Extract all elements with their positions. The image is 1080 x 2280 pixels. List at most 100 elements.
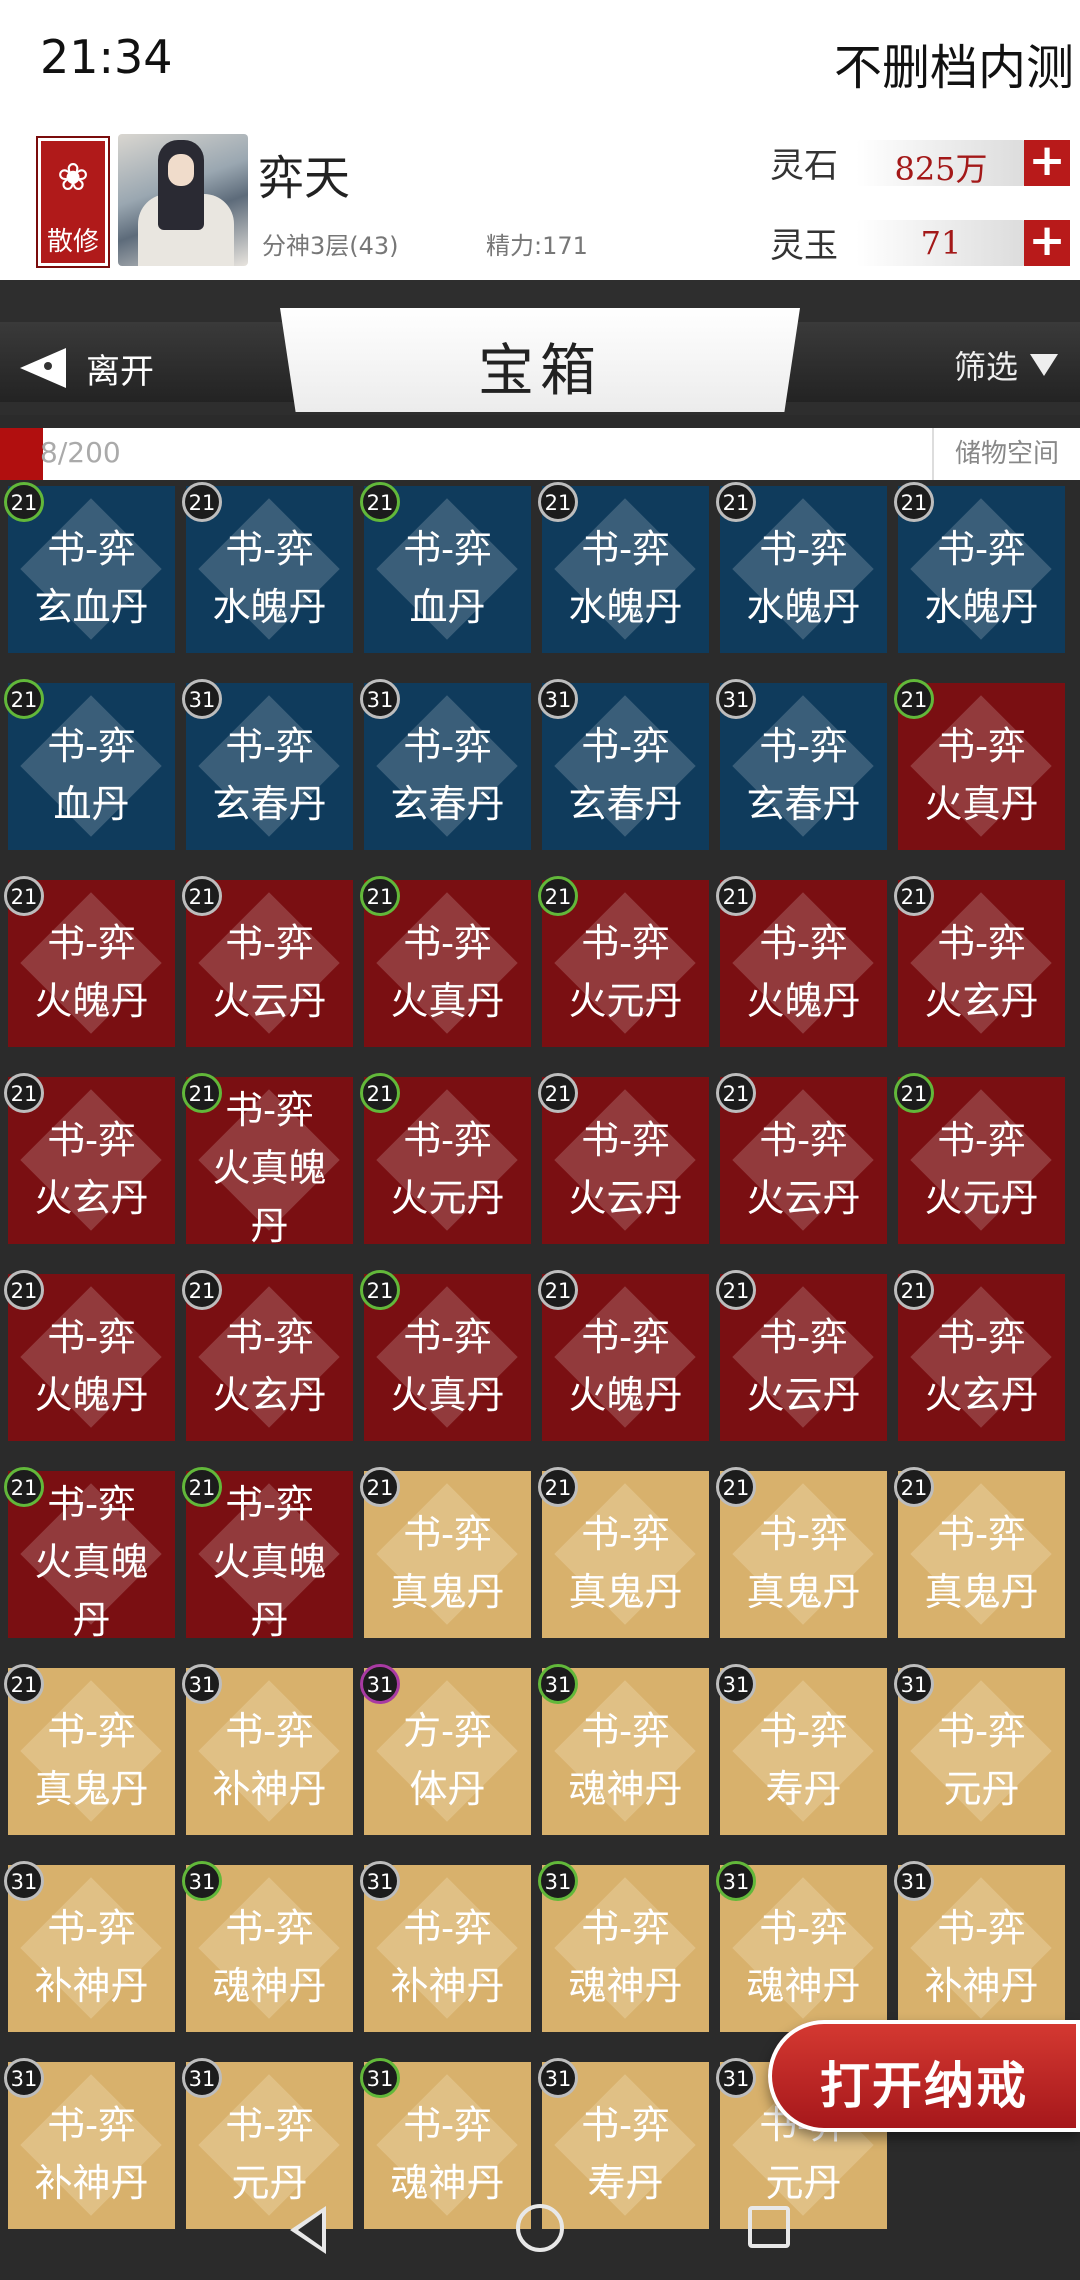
sect-badge[interactable]: ❀ 散修 [36,136,110,268]
item-slot[interactable]: 书-弈 水魄丹 21 [894,482,1065,653]
item-slot[interactable]: 书-弈 火真魄丹 21 [182,1073,353,1248]
item-slot[interactable]: 书-弈 火云丹 21 [538,1073,709,1244]
leave-button[interactable]: 离开 [20,338,154,398]
item-slot[interactable]: 书-弈 水魄丹 21 [182,482,353,653]
item-slot[interactable]: 书-弈 补神丹 31 [182,1664,353,1835]
item-name-line: 补神丹 [924,1964,1039,2008]
item-name-line: 书-弈 [759,1906,848,1950]
item-slot[interactable]: 书-弈 补神丹 31 [4,1861,175,2032]
item-slot[interactable]: 书-弈 真鬼丹 21 [716,1467,887,1638]
item-slot[interactable]: 书-弈 火元丹 21 [538,876,709,1047]
item-slot[interactable]: 书-弈 玄春丹 31 [538,679,709,850]
item-slot[interactable]: 书-弈 寿丹 31 [716,1664,887,1835]
open-ring-button[interactable]: 打开纳戒 [768,2020,1080,2132]
status-bar: 21:34 不删档内测 [0,0,1080,120]
item-name: 书-弈 魂神丹 [186,1899,353,2015]
item-slot[interactable]: 书-弈 火玄丹 21 [182,1270,353,1441]
item-slot[interactable]: 书-弈 真鬼丹 21 [538,1467,709,1638]
item-name-line: 火玄丹 [924,979,1039,1023]
item-slot[interactable]: 书-弈 真鬼丹 21 [4,1664,175,1835]
item-slot[interactable]: 书-弈 魂神丹 31 [538,1861,709,2032]
home-circle-icon[interactable] [516,2204,564,2252]
item-slot[interactable]: 书-弈 火魄丹 21 [4,1270,175,1441]
item-name-line: 书-弈 [937,527,1026,571]
item-slot[interactable]: 书-弈 补神丹 31 [894,1861,1065,2032]
item-name: 书-弈 火云丹 [720,1111,887,1227]
item-name-line: 书-弈 [581,1709,670,1753]
item-level-badge: 21 [716,876,756,916]
player-realm: 分神3层(43) [262,232,399,260]
item-slot[interactable]: 书-弈 真鬼丹 21 [894,1467,1065,1638]
item-level-badge: 31 [894,1861,934,1901]
item-name-line: 书-弈 [937,1315,1026,1359]
item-level-badge: 21 [4,1270,44,1310]
item-slot[interactable]: 书-弈 火真魄丹 21 [4,1467,175,1642]
item-slot[interactable]: 书-弈 火云丹 21 [182,876,353,1047]
lingyu-add-button[interactable]: + [1024,219,1070,266]
item-name: 书-弈 玄春丹 [542,717,709,833]
item-level-badge: 31 [360,2058,400,2098]
item-slot[interactable]: 书-弈 火魄丹 21 [716,876,887,1047]
item-name-line: 书-弈 [759,1315,848,1359]
item-slot[interactable]: 书-弈 玄血丹 21 [4,482,175,653]
item-slot[interactable]: 书-弈 水魄丹 21 [538,482,709,653]
item-slot[interactable]: 书-弈 玄春丹 31 [360,679,531,850]
item-slot[interactable]: 书-弈元丹31 [894,1664,1065,1835]
item-name: 书-弈 火真丹 [898,717,1065,833]
item-name-line: 书-弈 [47,527,136,571]
item-name-line: 书-弈 [47,2103,136,2147]
avatar[interactable] [118,134,248,266]
filter-button[interactable]: 筛选 [954,342,1058,388]
item-name: 书-弈元丹 [898,1702,1065,1818]
item-name-line: 补神丹 [390,1964,505,2008]
item-slot[interactable]: 书-弈 魂神丹 31 [538,1664,709,1835]
item-slot[interactable]: 书-弈 火元丹 21 [360,1073,531,1244]
item-slot[interactable]: 书-弈 火玄丹 21 [894,1270,1065,1441]
item-slot[interactable]: 书-弈 火玄丹 21 [4,1073,175,1244]
item-name: 书-弈 补神丹 [8,1899,175,2015]
item-name: 书-弈 火魄丹 [8,1308,175,1424]
item-name-line: 丹 [72,1598,111,1642]
item-slot[interactable]: 书-弈 补神丹 31 [360,1861,531,2032]
item-slot[interactable]: 书-弈 火魄丹 21 [538,1270,709,1441]
sect-badge-label: 散修 [46,227,99,257]
item-slot[interactable]: 书-弈 魂神丹 31 [182,1861,353,2032]
item-level-badge: 31 [4,1861,44,1901]
item-slot[interactable]: 书-弈 玄春丹 31 [182,679,353,850]
item-name: 书-弈 火真丹 [364,914,531,1030]
item-slot[interactable]: 书-弈 魂神丹 31 [716,1861,887,2032]
item-level-badge: 31 [538,1664,578,1704]
item-slot[interactable]: 书-弈 火魄丹 21 [4,876,175,1047]
item-slot[interactable]: 书-弈 玄春丹 31 [716,679,887,850]
item-name-line: 玄血丹 [34,585,149,629]
item-slot[interactable]: 书-弈 火真丹 21 [894,679,1065,850]
capacity-fill [0,428,44,480]
item-slot[interactable]: 书-弈 血丹 21 [360,482,531,653]
player-name: 弈天 [258,151,350,205]
item-name: 书-弈 火云丹 [720,1308,887,1424]
item-level-badge: 21 [182,1073,222,1113]
item-level-badge: 21 [360,1073,400,1113]
item-name-line: 血丹 [53,782,130,826]
recent-square-icon[interactable] [748,2206,790,2248]
item-level-badge: 21 [182,876,222,916]
item-name-line: 书-弈 [759,724,848,768]
lingshi-add-button[interactable]: + [1024,139,1070,186]
item-slot[interactable]: 书-弈 真鬼丹 21 [360,1467,531,1638]
item-slot[interactable]: 书-弈 火云丹 21 [716,1073,887,1244]
back-triangle-icon[interactable] [290,2206,326,2254]
item-slot[interactable]: 书-弈 火真丹 21 [360,1270,531,1441]
item-name: 书-弈 火玄丹 [898,1308,1065,1424]
item-slot[interactable]: 书-弈 火真魄丹 21 [182,1467,353,1642]
item-slot[interactable]: 方-弈 体丹 31 [360,1664,531,1835]
item-name-line: 火云丹 [746,1176,861,1220]
item-name-line: 书-弈 [581,921,670,965]
item-slot[interactable]: 书-弈 水魄丹 21 [716,482,887,653]
item-slot[interactable]: 书-弈 火玄丹 21 [894,876,1065,1047]
item-slot[interactable]: 书-弈 火云丹 21 [716,1270,887,1441]
item-level-badge: 31 [716,679,756,719]
item-slot[interactable]: 书-弈 火元丹 21 [894,1073,1065,1244]
item-slot[interactable]: 书-弈 血丹 21 [4,679,175,850]
item-level-badge: 21 [4,1073,44,1113]
item-slot[interactable]: 书-弈 火真丹 21 [360,876,531,1047]
